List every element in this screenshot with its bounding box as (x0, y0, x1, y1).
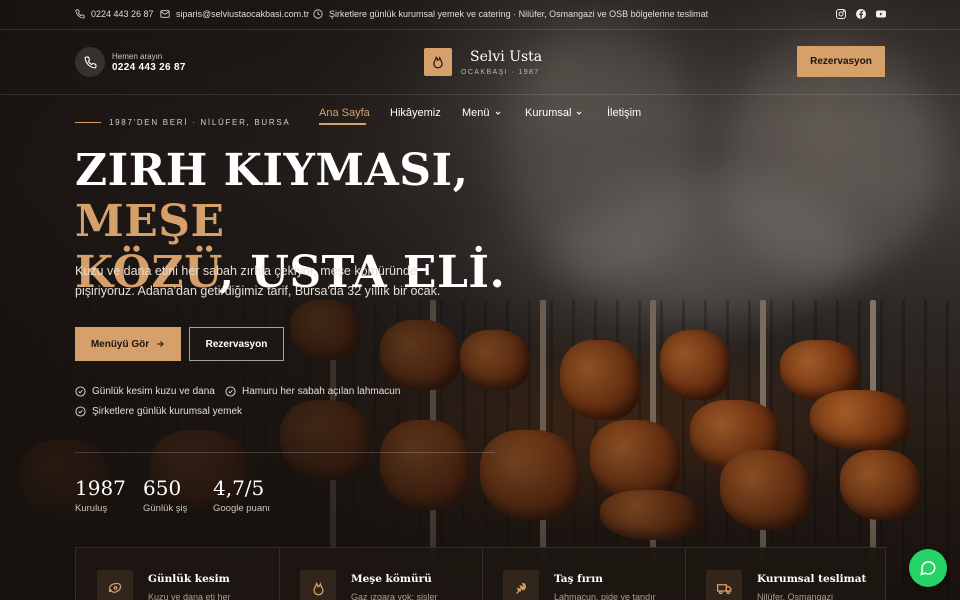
stat-label-founded: Kuruluş (75, 503, 108, 514)
topbar-notice: Şirketlere günlük kurumsal yemek ve cate… (313, 9, 708, 19)
phone-icon (84, 56, 96, 68)
check-circle-icon (75, 386, 86, 397)
nav-item-contact[interactable]: İletişim (607, 107, 641, 119)
clock-icon (313, 9, 323, 19)
nav-active-indicator (319, 123, 366, 125)
logo[interactable] (424, 48, 452, 76)
card-text: Gaz ızgara yok; şişler (351, 592, 438, 600)
facebook-icon[interactable] (855, 8, 867, 20)
check-circle-icon (75, 406, 86, 417)
card-oak-charcoal: Meşe kömürü Gaz ızgara yok; şişler (279, 548, 482, 600)
feature-text: Şirketlere günlük kurumsal yemek (92, 406, 243, 417)
call-number[interactable]: 0224 443 26 87 (112, 62, 186, 73)
arrow-right-icon (157, 341, 164, 347)
truck-icon (706, 570, 742, 600)
top-info-bar: 0224 443 26 87 siparis@selviustaocakbasi… (0, 0, 960, 30)
hero-description: Kuzu ve dana etini her sabah zırhla çeki… (75, 264, 441, 298)
stat-value-skewers: 650 (143, 476, 182, 500)
whatsapp-icon (920, 561, 936, 576)
mail-icon (160, 10, 170, 18)
nav-item-menu[interactable]: Menü (462, 107, 502, 119)
whatsapp-chat-button[interactable] (909, 549, 947, 587)
header-divider (0, 94, 960, 95)
feature-cards: Günlük kesim Kuzu ve dana eti her Meşe k… (75, 547, 886, 600)
nav-item-label: Menü (462, 107, 490, 119)
card-daily-cut: Günlük kesim Kuzu ve dana eti her (76, 548, 279, 600)
check-circle-icon (225, 386, 236, 397)
nav-item-label: Kurumsal (525, 107, 572, 119)
hero-title-accent: MEŞE (75, 196, 225, 247)
feature-text: Günlük kesim kuzu ve dana (92, 386, 215, 397)
card-corporate-delivery: Kurumsal teslimat Nilüfer, Osmangazi (685, 548, 887, 600)
nav-item-home[interactable]: Ana Sayfa (319, 107, 370, 119)
topbar-email[interactable]: siparis@selviustaocakbasi.com.tr (160, 9, 309, 19)
hero-reservation-button[interactable]: Rezervasyon (189, 327, 284, 361)
brand-name[interactable]: Selvi Usta (470, 49, 542, 65)
nav-item-story[interactable]: Hikâyemiz (390, 107, 441, 119)
eyebrow-text: 1987'DEN BERİ · NİLÜFER, BURSA (109, 118, 291, 127)
call-label: Hemen arayın (112, 52, 163, 61)
card-stone-oven: Taş fırın Lahmacun, pide ve tandır (482, 548, 685, 600)
feature-item: Günlük kesim kuzu ve dana (75, 386, 215, 397)
nav-item-label: İletişim (607, 107, 642, 119)
flame-icon (300, 570, 336, 600)
nav-item-corporate[interactable]: Kurumsal (525, 107, 583, 119)
stats-divider (75, 452, 495, 453)
card-title: Günlük kesim (148, 573, 230, 585)
stat-label-skewers: Günlük şiş (143, 503, 188, 514)
hero-title-part: ZIRH KIYMASI, (75, 145, 469, 196)
view-menu-button[interactable]: Menüyü Gör (75, 327, 181, 361)
chevron-down-icon (577, 111, 582, 115)
nav-item-label: Ana Sayfa (319, 107, 370, 119)
stat-value-founded: 1987 (75, 476, 126, 500)
stat-value-rating: 4,7/5 (213, 476, 265, 500)
stat-label-rating: Google puanı (213, 503, 271, 514)
youtube-icon[interactable] (875, 8, 887, 20)
topbar-phone-text: 0224 443 26 87 (91, 9, 154, 19)
card-title: Meşe kömürü (351, 573, 432, 585)
card-text: Nilüfer, Osmangazi (757, 592, 834, 600)
chevron-down-icon (495, 111, 500, 115)
brand-subtitle: OCAKBAŞI · 1987 (461, 69, 540, 76)
topbar-notice-text: Şirketlere günlük kurumsal yemek ve cate… (329, 9, 709, 19)
call-button[interactable] (75, 47, 105, 77)
wheat-icon (503, 570, 539, 600)
feature-item: Hamuru her sabah açılan lahmacun (225, 386, 400, 397)
card-text: Kuzu ve dana eti her (148, 592, 231, 600)
view-menu-label: Menüyü Gör (90, 338, 150, 350)
topbar-email-text: siparis@selviustaocakbasi.com.tr (176, 9, 310, 19)
eyebrow-line (75, 122, 101, 123)
hero-eyebrow: 1987'DEN BERİ · NİLÜFER, BURSA (75, 118, 290, 127)
nav-item-label: Hikâyemiz (390, 107, 441, 119)
topbar-phone[interactable]: 0224 443 26 87 (75, 9, 154, 19)
card-text: Lahmacun, pide ve tandır (554, 592, 656, 600)
flame-icon (433, 55, 443, 69)
meat-icon (97, 570, 133, 600)
instagram-icon[interactable] (835, 8, 847, 20)
card-title: Taş fırın (554, 573, 603, 585)
header-reservation-button[interactable]: Rezervasyon (797, 46, 885, 77)
feature-item: Şirketlere günlük kurumsal yemek (75, 406, 242, 417)
phone-icon (75, 9, 85, 19)
feature-text: Hamuru her sabah açılan lahmacun (242, 386, 401, 397)
card-title: Kurumsal teslimat (757, 573, 867, 585)
